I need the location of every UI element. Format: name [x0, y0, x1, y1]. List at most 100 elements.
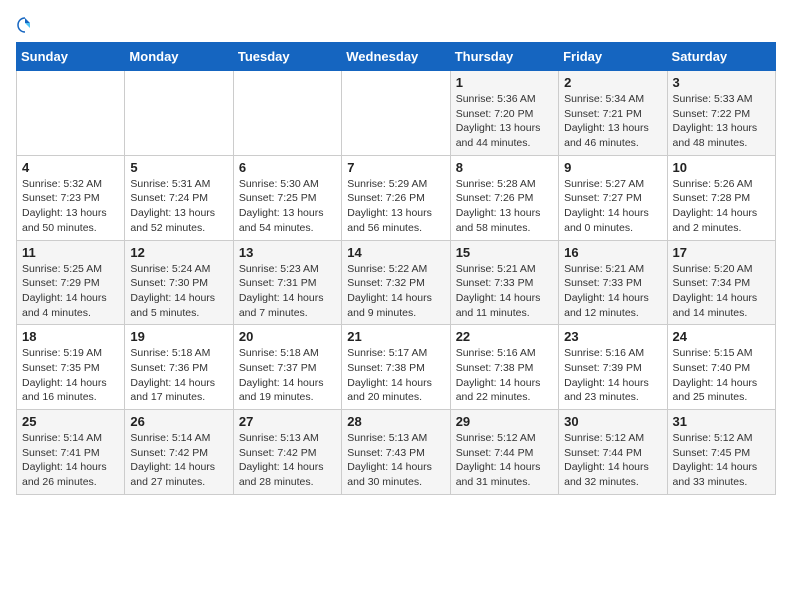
calendar-cell: 23 Sunrise: 5:16 AM Sunset: 7:39 PM Dayli… — [559, 325, 667, 410]
day-info: Sunrise: 5:31 AM Sunset: 7:24 PM Dayligh… — [130, 177, 227, 236]
day-info: Sunrise: 5:36 AM Sunset: 7:20 PM Dayligh… — [456, 92, 553, 151]
calendar-cell: 9 Sunrise: 5:27 AM Sunset: 7:27 PM Daylig… — [559, 155, 667, 240]
day-info: Sunrise: 5:14 AM Sunset: 7:42 PM Dayligh… — [130, 431, 227, 490]
day-info: Sunrise: 5:19 AM Sunset: 7:35 PM Dayligh… — [22, 346, 119, 405]
header-cell-thursday: Thursday — [450, 43, 558, 71]
day-number: 24 — [673, 329, 770, 344]
calendar-cell: 7 Sunrise: 5:29 AM Sunset: 7:26 PM Daylig… — [342, 155, 450, 240]
calendar-cell: 1 Sunrise: 5:36 AM Sunset: 7:20 PM Daylig… — [450, 71, 558, 156]
calendar-cell: 30 Sunrise: 5:12 AM Sunset: 7:44 PM Dayli… — [559, 410, 667, 495]
calendar-week-3: 11 Sunrise: 5:25 AM Sunset: 7:29 PM Dayli… — [17, 240, 776, 325]
header-cell-friday: Friday — [559, 43, 667, 71]
day-number: 10 — [673, 160, 770, 175]
calendar-cell: 15 Sunrise: 5:21 AM Sunset: 7:33 PM Dayli… — [450, 240, 558, 325]
day-number: 3 — [673, 75, 770, 90]
calendar-cell — [342, 71, 450, 156]
day-number: 22 — [456, 329, 553, 344]
calendar-cell: 11 Sunrise: 5:25 AM Sunset: 7:29 PM Dayli… — [17, 240, 125, 325]
calendar-cell: 2 Sunrise: 5:34 AM Sunset: 7:21 PM Daylig… — [559, 71, 667, 156]
calendar-cell: 12 Sunrise: 5:24 AM Sunset: 7:30 PM Dayli… — [125, 240, 233, 325]
calendar-cell — [17, 71, 125, 156]
day-number: 13 — [239, 245, 336, 260]
calendar-cell: 4 Sunrise: 5:32 AM Sunset: 7:23 PM Daylig… — [17, 155, 125, 240]
day-number: 14 — [347, 245, 444, 260]
day-info: Sunrise: 5:13 AM Sunset: 7:42 PM Dayligh… — [239, 431, 336, 490]
day-info: Sunrise: 5:18 AM Sunset: 7:36 PM Dayligh… — [130, 346, 227, 405]
day-info: Sunrise: 5:15 AM Sunset: 7:40 PM Dayligh… — [673, 346, 770, 405]
day-number: 28 — [347, 414, 444, 429]
calendar-cell — [125, 71, 233, 156]
header-cell-saturday: Saturday — [667, 43, 775, 71]
calendar-cell: 5 Sunrise: 5:31 AM Sunset: 7:24 PM Daylig… — [125, 155, 233, 240]
day-number: 9 — [564, 160, 661, 175]
day-number: 16 — [564, 245, 661, 260]
day-number: 21 — [347, 329, 444, 344]
calendar-cell: 26 Sunrise: 5:14 AM Sunset: 7:42 PM Dayli… — [125, 410, 233, 495]
calendar-cell: 3Sunrise: 5:33 AM Sunset: 7:22 PM Daylig… — [667, 71, 775, 156]
calendar-cell: 25Sunrise: 5:14 AM Sunset: 7:41 PM Dayli… — [17, 410, 125, 495]
day-info: Sunrise: 5:25 AM Sunset: 7:29 PM Dayligh… — [22, 262, 119, 321]
calendar-week-4: 18 Sunrise: 5:19 AM Sunset: 7:35 PM Dayli… — [17, 325, 776, 410]
day-number: 4 — [22, 160, 119, 175]
day-info: Sunrise: 5:18 AM Sunset: 7:37 PM Dayligh… — [239, 346, 336, 405]
calendar-cell: 31 Sunrise: 5:12 AM Sunset: 7:45 PM Dayli… — [667, 410, 775, 495]
day-number: 11 — [22, 245, 119, 260]
calendar-cell: 27 Sunrise: 5:13 AM Sunset: 7:42 PM Dayli… — [233, 410, 341, 495]
day-number: 31 — [673, 414, 770, 429]
calendar-cell: 13 Sunrise: 5:23 AM Sunset: 7:31 PM Dayli… — [233, 240, 341, 325]
day-info: Sunrise: 5:16 AM Sunset: 7:39 PM Dayligh… — [564, 346, 661, 405]
day-number: 2 — [564, 75, 661, 90]
day-info: Sunrise: 5:12 AM Sunset: 7:45 PM Dayligh… — [673, 431, 770, 490]
day-info: Sunrise: 5:26 AM Sunset: 7:28 PM Dayligh… — [673, 177, 770, 236]
day-info: Sunrise: 5:13 AM Sunset: 7:43 PM Dayligh… — [347, 431, 444, 490]
calendar-cell — [233, 71, 341, 156]
day-number: 5 — [130, 160, 227, 175]
day-info: Sunrise: 5:12 AM Sunset: 7:44 PM Dayligh… — [564, 431, 661, 490]
day-number: 1 — [456, 75, 553, 90]
day-number: 19 — [130, 329, 227, 344]
day-number: 15 — [456, 245, 553, 260]
logo-icon — [16, 16, 34, 34]
day-info: Sunrise: 5:21 AM Sunset: 7:33 PM Dayligh… — [456, 262, 553, 321]
day-number: 26 — [130, 414, 227, 429]
day-number: 23 — [564, 329, 661, 344]
day-info: Sunrise: 5:30 AM Sunset: 7:25 PM Dayligh… — [239, 177, 336, 236]
calendar-cell: 14 Sunrise: 5:22 AM Sunset: 7:32 PM Dayli… — [342, 240, 450, 325]
calendar-cell: 6Sunrise: 5:30 AM Sunset: 7:25 PM Daylig… — [233, 155, 341, 240]
calendar-cell: 24 Sunrise: 5:15 AM Sunset: 7:40 PM Dayli… — [667, 325, 775, 410]
day-info: Sunrise: 5:28 AM Sunset: 7:26 PM Dayligh… — [456, 177, 553, 236]
day-number: 27 — [239, 414, 336, 429]
day-info: Sunrise: 5:27 AM Sunset: 7:27 PM Dayligh… — [564, 177, 661, 236]
day-number: 29 — [456, 414, 553, 429]
calendar-cell: 18 Sunrise: 5:19 AM Sunset: 7:35 PM Dayli… — [17, 325, 125, 410]
day-info: Sunrise: 5:16 AM Sunset: 7:38 PM Dayligh… — [456, 346, 553, 405]
day-number: 17 — [673, 245, 770, 260]
day-info: Sunrise: 5:12 AM Sunset: 7:44 PM Dayligh… — [456, 431, 553, 490]
calendar-week-5: 25Sunrise: 5:14 AM Sunset: 7:41 PM Dayli… — [17, 410, 776, 495]
logo — [16, 16, 36, 34]
day-info: Sunrise: 5:29 AM Sunset: 7:26 PM Dayligh… — [347, 177, 444, 236]
day-info: Sunrise: 5:22 AM Sunset: 7:32 PM Dayligh… — [347, 262, 444, 321]
calendar-cell: 20Sunrise: 5:18 AM Sunset: 7:37 PM Dayli… — [233, 325, 341, 410]
calendar-cell: 8Sunrise: 5:28 AM Sunset: 7:26 PM Daylig… — [450, 155, 558, 240]
day-info: Sunrise: 5:23 AM Sunset: 7:31 PM Dayligh… — [239, 262, 336, 321]
day-info: Sunrise: 5:32 AM Sunset: 7:23 PM Dayligh… — [22, 177, 119, 236]
calendar-cell: 21 Sunrise: 5:17 AM Sunset: 7:38 PM Dayli… — [342, 325, 450, 410]
header-cell-monday: Monday — [125, 43, 233, 71]
day-number: 30 — [564, 414, 661, 429]
day-info: Sunrise: 5:24 AM Sunset: 7:30 PM Dayligh… — [130, 262, 227, 321]
calendar-cell: 22 Sunrise: 5:16 AM Sunset: 7:38 PM Dayli… — [450, 325, 558, 410]
header-cell-tuesday: Tuesday — [233, 43, 341, 71]
header-cell-sunday: Sunday — [17, 43, 125, 71]
day-info: Sunrise: 5:20 AM Sunset: 7:34 PM Dayligh… — [673, 262, 770, 321]
day-info: Sunrise: 5:34 AM Sunset: 7:21 PM Dayligh… — [564, 92, 661, 151]
day-number: 7 — [347, 160, 444, 175]
day-number: 18 — [22, 329, 119, 344]
calendar-table: SundayMondayTuesdayWednesdayThursdayFrid… — [16, 42, 776, 495]
calendar-cell: 29 Sunrise: 5:12 AM Sunset: 7:44 PM Dayli… — [450, 410, 558, 495]
day-number: 25 — [22, 414, 119, 429]
calendar-cell: 19 Sunrise: 5:18 AM Sunset: 7:36 PM Dayli… — [125, 325, 233, 410]
day-number: 12 — [130, 245, 227, 260]
calendar-cell: 28 Sunrise: 5:13 AM Sunset: 7:43 PM Dayli… — [342, 410, 450, 495]
day-info: Sunrise: 5:17 AM Sunset: 7:38 PM Dayligh… — [347, 346, 444, 405]
